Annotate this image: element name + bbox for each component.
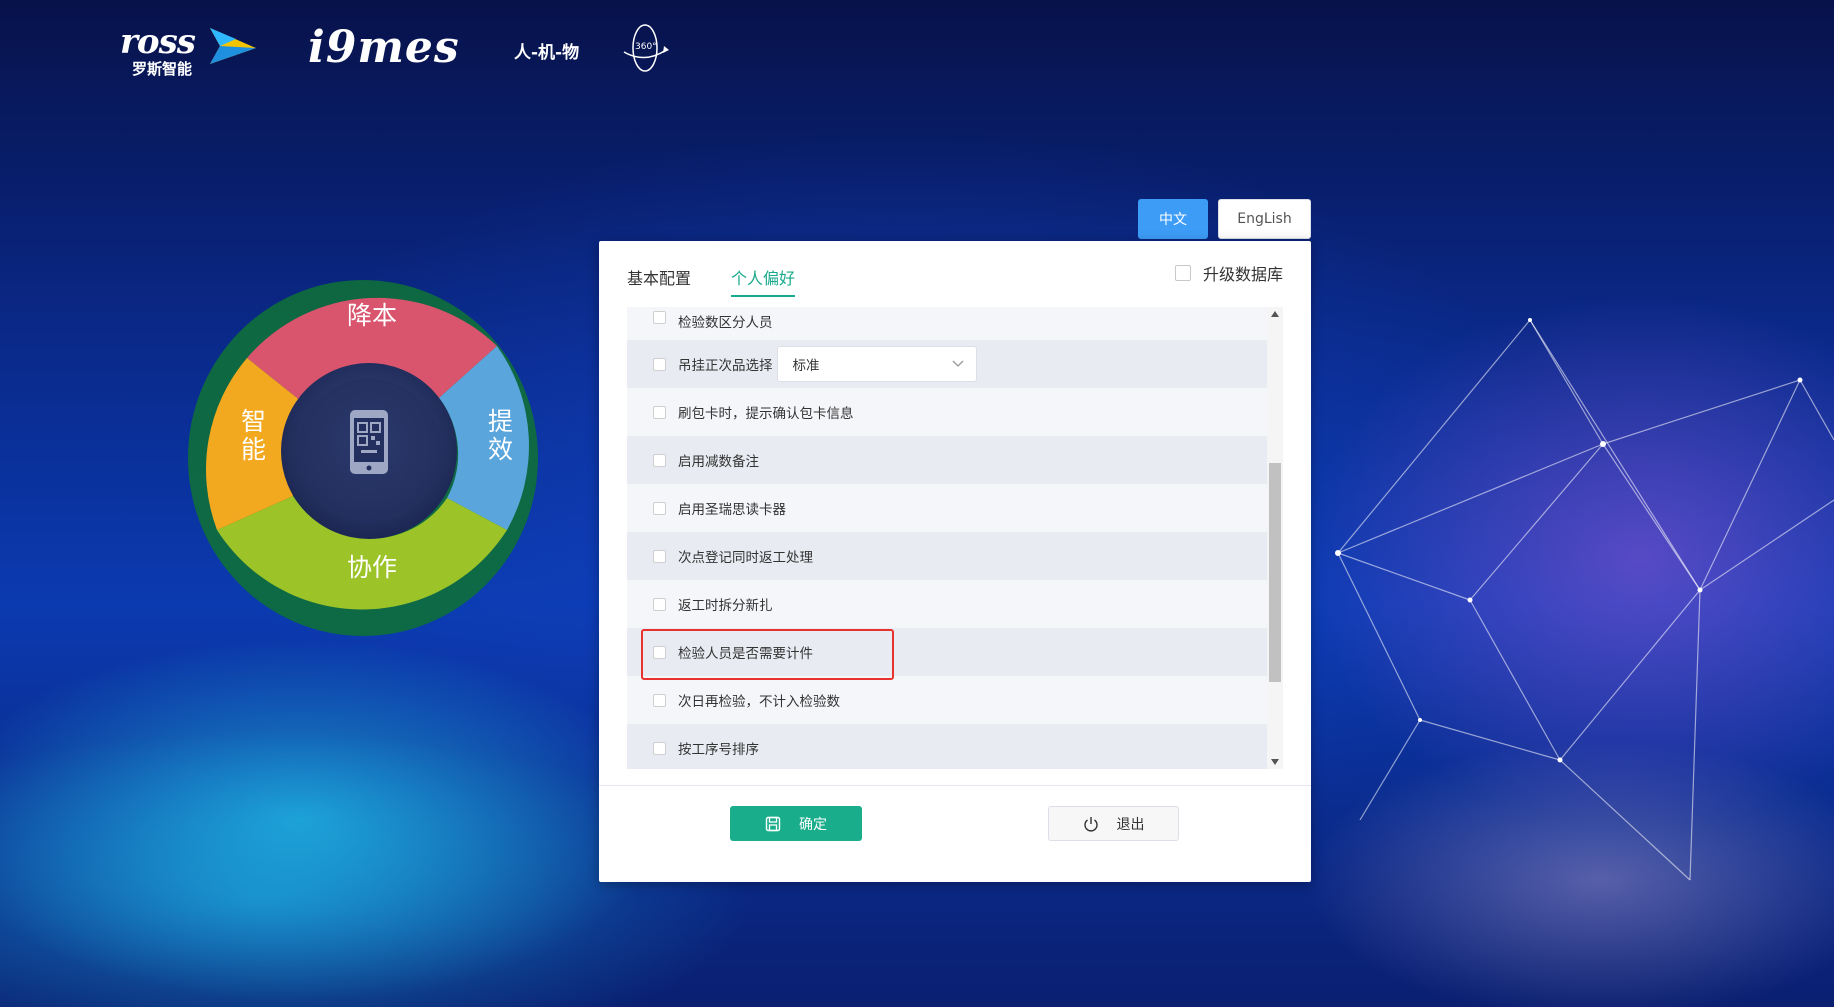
option-checkbox[interactable] (653, 357, 666, 371)
scroll-thumb[interactable] (1269, 463, 1281, 682)
settings-tabs: 基本配置 个人偏好 (627, 261, 796, 297)
qc-grade-select-value: 标准 (792, 358, 820, 374)
scroll-down-arrow-icon[interactable] (1267, 755, 1283, 769)
tagline: 人-机-物 (514, 43, 580, 63)
option-label: 吊挂正次品选择 (678, 358, 773, 374)
list-item: 启用减数备注 (627, 436, 1267, 484)
option-label: 次日再检验，不计入检验数 (678, 694, 840, 710)
feature-wheel: 降本 提效 协作 智能 (185, 268, 545, 644)
list-item: 次日再检验，不计入检验数 (627, 676, 1267, 724)
exit-button-label: 退出 (1116, 816, 1145, 833)
list-item: 返工时拆分新扎 (627, 580, 1267, 628)
option-checkbox[interactable] (653, 311, 666, 324)
wheel-label-right: 提效 (488, 407, 514, 464)
ross-logo: ross 罗斯智能 (120, 22, 260, 78)
footer-divider (599, 785, 1311, 786)
option-checkbox[interactable] (653, 693, 666, 707)
list-item: 刷包卡时，提示确认包卡信息 (627, 388, 1267, 436)
option-checkbox[interactable] (653, 549, 666, 563)
top-bar: ross 罗斯智能 i9mes 人-机-物 360° (0, 0, 1834, 100)
exit-button[interactable]: 退出 (1048, 806, 1179, 841)
option-label: 启用减数备注 (678, 454, 759, 470)
confirm-button-label: 确定 (799, 816, 827, 833)
option-checkbox[interactable] (653, 501, 666, 515)
ross-logo-word: ross (120, 22, 196, 62)
settings-panel: 基本配置 个人偏好 升级数据库 检验数区分人员 吊挂正次品选择 标准 刷包卡时，… (599, 241, 1311, 882)
list-scrollbar[interactable] (1267, 307, 1283, 769)
wheel-label-left: 智能 (241, 407, 267, 464)
option-checkbox[interactable] (653, 645, 666, 659)
mobile-qr-icon (350, 410, 388, 474)
option-label: 检验人员是否需要计件 (678, 646, 813, 662)
ross-logo-cn: 罗斯智能 (132, 60, 193, 78)
language-chinese-button[interactable]: 中文 (1138, 199, 1208, 239)
rotate-360-icon: 360° (623, 24, 669, 72)
i9mes-logo: i9mes (308, 22, 460, 73)
option-checkbox[interactable] (653, 405, 666, 419)
list-item: 检验数区分人员 (627, 307, 1267, 340)
option-label: 按工序号排序 (678, 742, 759, 758)
chevron-down-icon (952, 360, 963, 367)
upgrade-db-option[interactable]: 升级数据库 (1174, 261, 1283, 285)
list-item: 启用圣瑞思读卡器 (627, 484, 1267, 532)
option-label: 启用圣瑞思读卡器 (678, 502, 786, 518)
scroll-up-arrow-icon[interactable] (1267, 307, 1283, 321)
list-item: 检验人员是否需要计件 (627, 628, 1267, 676)
language-english-button[interactable]: EngLish (1218, 199, 1311, 239)
option-label: 返工时拆分新扎 (678, 598, 773, 614)
badge-360-text: 360° (635, 42, 657, 52)
option-label: 次点登记同时返工处理 (678, 550, 813, 566)
confirm-button[interactable]: 确定 (730, 806, 862, 841)
list-item: 按工序号排序 (627, 724, 1267, 769)
upgrade-db-checkbox[interactable] (1174, 265, 1191, 281)
tab-personal-preference[interactable]: 个人偏好 (731, 261, 796, 297)
option-label: 刷包卡时，提示确认包卡信息 (678, 406, 854, 422)
qc-grade-select[interactable]: 标准 (776, 346, 977, 382)
upgrade-db-label: 升级数据库 (1202, 265, 1283, 284)
option-checkbox[interactable] (653, 741, 666, 755)
save-icon (765, 816, 781, 831)
tab-basic-config[interactable]: 基本配置 (627, 261, 691, 295)
option-label: 检验数区分人员 (678, 315, 773, 331)
wheel-label-top: 降本 (347, 301, 398, 330)
list-item: 吊挂正次品选择 标准 (627, 340, 1267, 388)
list-item: 次点登记同时返工处理 (627, 532, 1267, 580)
wheel-label-bottom: 协作 (347, 553, 398, 582)
option-checkbox[interactable] (653, 453, 666, 467)
preference-list: 检验数区分人员 吊挂正次品选择 标准 刷包卡时，提示确认包卡信息 启用减数备注 … (627, 307, 1267, 769)
ross-arrow-icon (210, 28, 256, 64)
power-icon (1083, 816, 1098, 831)
option-checkbox[interactable] (653, 597, 666, 611)
